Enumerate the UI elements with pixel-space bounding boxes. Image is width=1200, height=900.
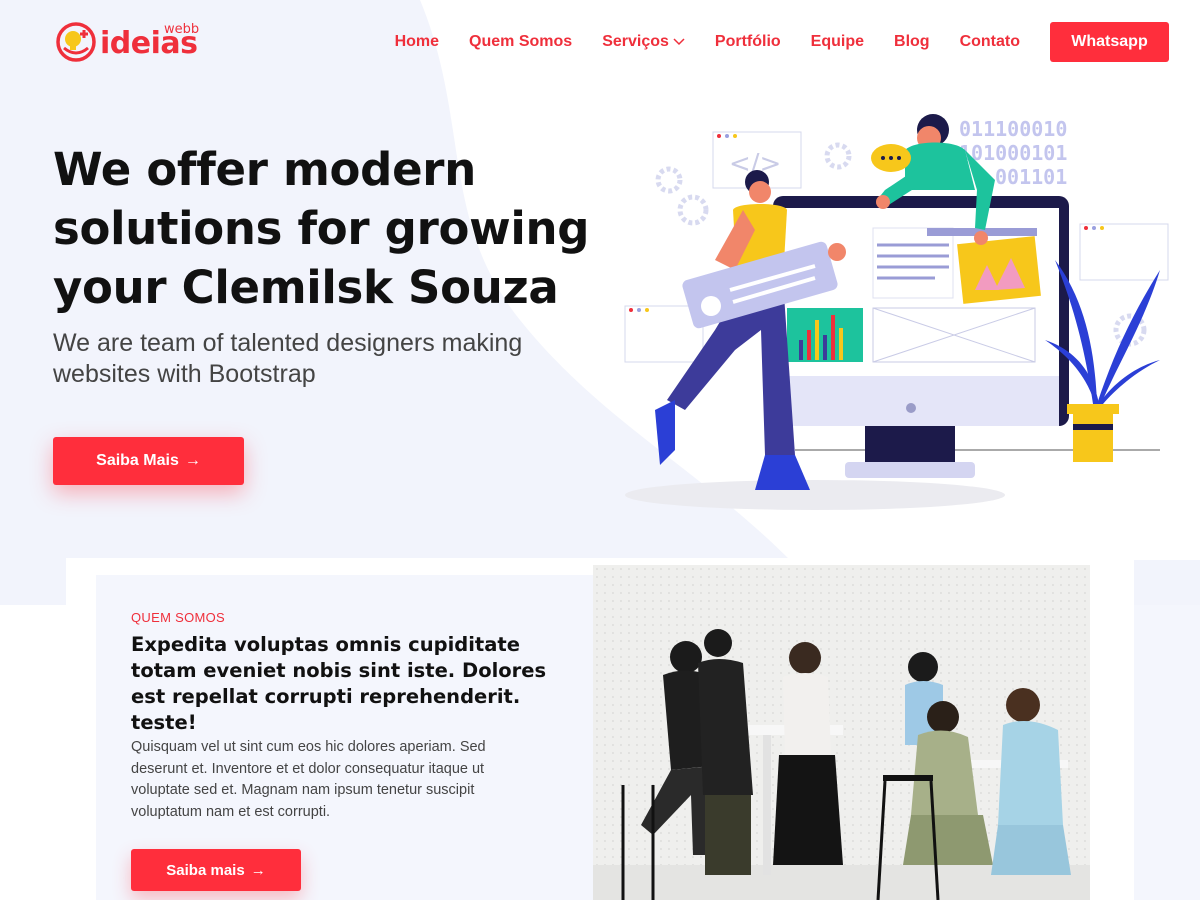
about-kicker: QUEM SOMOS xyxy=(131,610,226,625)
team-photo-image xyxy=(593,565,1090,900)
about-saiba-mais-button[interactable]: Saiba mais → xyxy=(131,849,301,891)
arrow-right-icon: → xyxy=(250,861,266,879)
hero-illustration: </> 011100010 101000101 001101 xyxy=(624,114,1169,510)
nav-item-portfolio[interactable]: Portfólio xyxy=(715,33,781,51)
about-text: Quisquam vel ut sint cum eos hic dolores… xyxy=(131,739,486,820)
nav-item-servicos[interactable]: Serviços xyxy=(602,33,685,51)
nav-item-contato[interactable]: Contato xyxy=(960,33,1020,51)
nav-item-servicos-label: Serviços xyxy=(602,33,669,50)
hero-title-line: your Clemilsk Souza xyxy=(53,261,559,314)
hero-title-line: solutions for growing xyxy=(53,202,590,255)
arrow-right-icon: → xyxy=(184,452,201,469)
saiba-mais-button[interactable]: Saiba Mais → xyxy=(53,437,244,485)
site-header: ideias webb Home Quem Somos Serviços Por… xyxy=(0,0,1200,84)
hero-title: We offer modern solutions for growing yo… xyxy=(53,140,613,317)
about-saiba-mais-label: Saiba mais xyxy=(166,861,245,879)
nav-item-quem-somos[interactable]: Quem Somos xyxy=(469,33,572,51)
nav-item-equipe[interactable]: Equipe xyxy=(811,33,864,51)
binary-line: 001101 xyxy=(995,165,1067,189)
nav-item-home[interactable]: Home xyxy=(395,33,439,51)
lightbulb-logo-icon xyxy=(56,22,96,62)
about-title: Expedita voluptas omnis cupiditate totam… xyxy=(131,633,547,734)
whatsapp-button[interactable]: Whatsapp xyxy=(1050,22,1169,62)
brand-sub: webb xyxy=(164,22,200,37)
nav-item-blog[interactable]: Blog xyxy=(894,33,930,51)
saiba-mais-label: Saiba Mais xyxy=(96,452,179,469)
team-photo xyxy=(593,565,1090,900)
hero-title-line: We offer modern xyxy=(53,143,476,196)
main-nav: Home Quem Somos Serviços Portfólio Equip… xyxy=(395,22,1169,62)
hero-subtitle: We are team of talented designers making… xyxy=(53,329,523,388)
chevron-down-icon xyxy=(673,38,685,46)
brand-logo[interactable]: ideias webb xyxy=(56,20,206,64)
binary-line: 011100010 xyxy=(959,117,1067,141)
